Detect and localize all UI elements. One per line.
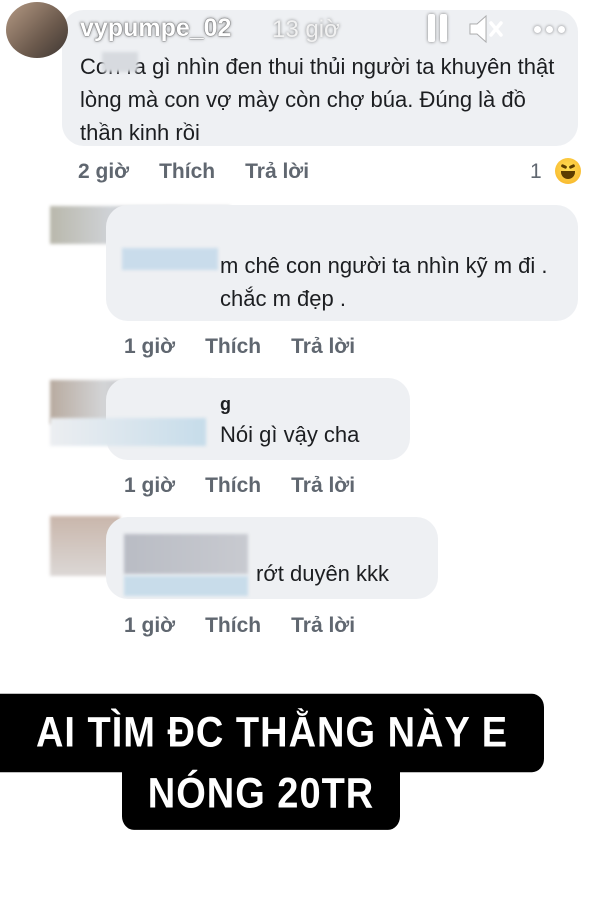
like-link[interactable]: Thích: [159, 160, 215, 184]
reply-link[interactable]: Trả lời: [291, 335, 355, 359]
comment-time: 2 giờ: [78, 160, 130, 183]
reaction-count: 1: [530, 160, 542, 183]
comment-author-fragment[interactable]: g: [220, 388, 231, 421]
pause-icon[interactable]: [426, 14, 448, 42]
comment-text-2: m chê con người ta nhìn kỹ m đi . chắc m…: [220, 253, 548, 311]
avatar[interactable]: [6, 2, 68, 58]
story-time: 13 giờ: [272, 16, 340, 43]
comment-text-3: Nói gì vậy cha: [220, 422, 360, 447]
like-link[interactable]: Thích: [205, 614, 261, 638]
reply-link[interactable]: Trả lời: [291, 474, 355, 498]
comment-actions-4: 1 giờ Thích Trả lời: [124, 614, 385, 638]
redacted-name-blur: [122, 248, 218, 270]
comment-time: 1 giờ: [124, 614, 176, 637]
story-header: vypumpe_02 13 giờ: [0, 0, 600, 58]
comment-time: 1 giờ: [124, 474, 176, 497]
comment-text-1: Con ra gì nhìn đen thui thủi người ta kh…: [80, 54, 555, 145]
redacted-name-blur: [124, 534, 248, 574]
reply-link[interactable]: Trả lời: [245, 160, 309, 184]
laugh-emoji-icon[interactable]: [555, 158, 581, 184]
speaker-muted-icon[interactable]: [468, 14, 504, 44]
more-dots-icon[interactable]: [532, 26, 568, 34]
reply-link[interactable]: Trả lời: [291, 614, 355, 638]
like-link[interactable]: Thích: [205, 474, 261, 498]
comment-actions-1: 2 giờ Thích Trả lời: [78, 160, 339, 184]
comment-actions-3: 1 giờ Thích Trả lời: [124, 474, 385, 498]
story-username[interactable]: vypumpe_02: [80, 14, 231, 43]
comment-time: 1 giờ: [124, 335, 176, 358]
story-caption-line-2: NÓNG 20TR ẠH.: [122, 758, 400, 889]
comment-text-4: rớt duyên kkk: [256, 561, 390, 586]
comment-actions-2: 1 giờ Thích Trả lời: [124, 335, 385, 359]
redacted-name-blur: [50, 418, 206, 446]
like-link[interactable]: Thích: [205, 335, 261, 359]
redacted-name-blur: [124, 576, 248, 596]
